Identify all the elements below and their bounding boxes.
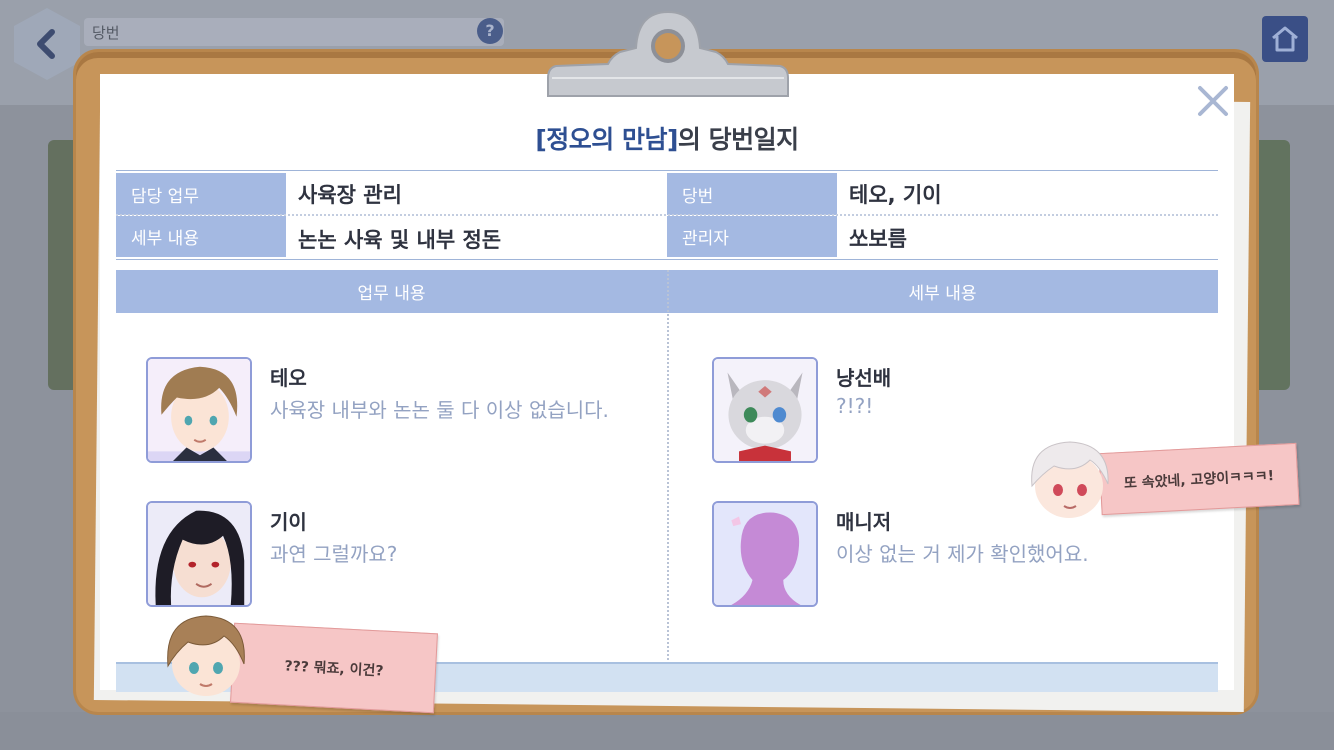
portrait-gii: [146, 501, 252, 607]
teo-portrait-icon: [148, 359, 250, 461]
entry-line-teo: 사육장 내부와 논논 둘 다 이상 없습니다.: [270, 398, 609, 422]
entry-line-gii: 과연 그럴까요?: [270, 542, 398, 566]
manager-label: 관리자: [667, 216, 837, 257]
home-icon: [1272, 26, 1298, 52]
shift-label: 당번: [667, 173, 837, 215]
manager-value: 쏘보름: [849, 226, 907, 251]
clipboard-clip-icon: [547, 10, 789, 97]
dialog-title: [정오의 만남]의 당번일지: [100, 120, 1234, 156]
entry-name-manager: 매니저: [836, 510, 892, 534]
chevron-left-icon: [37, 29, 55, 59]
entry-name-teo: 테오: [270, 366, 307, 390]
portrait-cat-senior: [712, 357, 818, 463]
chibi-white-hair-icon: [1031, 441, 1109, 518]
entry-line-cat-senior: ?!?!: [836, 394, 874, 418]
home-button[interactable]: [1262, 16, 1308, 62]
portrait-manager: [712, 501, 818, 607]
top-title-bar: 당번: [84, 18, 504, 46]
gii-portrait-icon: [148, 503, 250, 605]
question-icon[interactable]: ?: [477, 18, 503, 44]
column-header-right: 세부 내용: [667, 270, 1218, 313]
title-divider: [116, 170, 1218, 171]
dialog-title-highlight: [정오의 만남]: [535, 125, 678, 154]
close-icon[interactable]: [1194, 82, 1232, 120]
manager-silhouette-icon: [714, 503, 816, 605]
duty-value: 사육장 관리: [298, 183, 402, 207]
entry-name-gii: 기이: [270, 510, 307, 534]
shift-value: 테오, 기이: [849, 183, 942, 207]
column-divider: [667, 270, 669, 660]
cat-portrait-icon: [714, 359, 816, 461]
sticky-note-left: ??? 뭐죠, 이건?: [230, 622, 438, 714]
background-bottom: [0, 712, 1334, 750]
entry-name-cat-senior: 냥선배: [836, 366, 892, 390]
dialog-title-rest: 의 당번일지: [677, 125, 799, 154]
detail-value: 논논 사육 및 내부 정돈: [298, 227, 502, 252]
portrait-teo: [146, 357, 252, 463]
sticky-note-right: 또 속았네, 고양이ㅋㅋㅋ!: [1098, 442, 1300, 516]
detail-label: 세부 내용: [116, 216, 286, 257]
top-title: 당번: [92, 24, 120, 42]
duty-label: 담당 업무: [116, 173, 286, 215]
entry-line-manager: 이상 없는 거 제가 확인했어요.: [836, 542, 1089, 566]
chibi-brown-hair-icon: [167, 615, 245, 696]
info-row-divider: [116, 214, 1218, 216]
info-bottom-rule: [116, 259, 1218, 260]
column-header-left: 업무 내용: [116, 270, 667, 313]
